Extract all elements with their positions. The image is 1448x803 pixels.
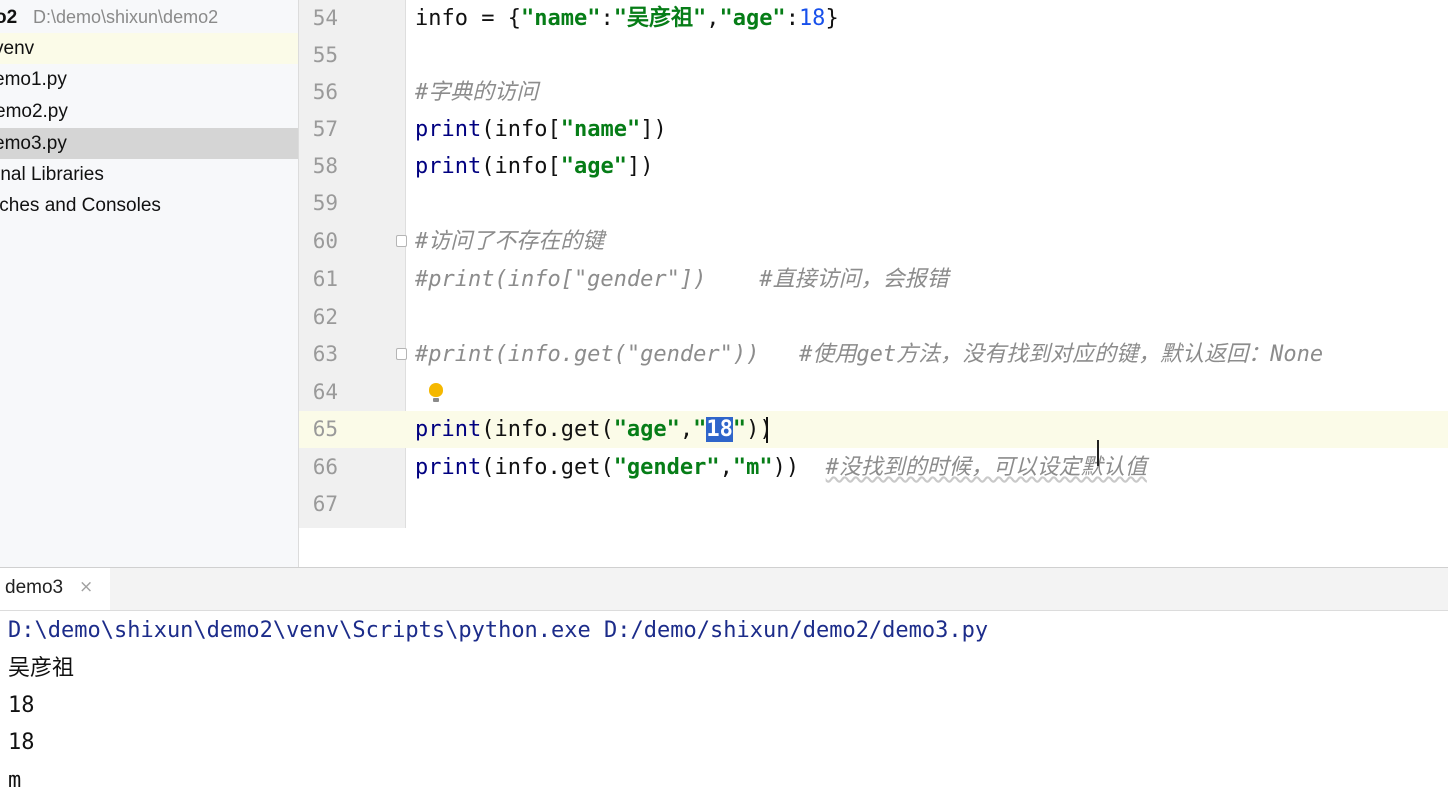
tree-item-label: emo1.py bbox=[0, 69, 67, 90]
tree-item-scratches[interactable]: tches and Consoles bbox=[0, 190, 298, 221]
tree-item-demo3[interactable]: emo3.py bbox=[0, 128, 298, 159]
line-number: 57 bbox=[312, 117, 338, 141]
code-line[interactable]: 67 bbox=[299, 486, 1448, 523]
line-number: 67 bbox=[312, 492, 338, 516]
code-editor[interactable]: 54 info = {"name":"吴彦祖","age":18} 55 56 … bbox=[299, 0, 1448, 528]
code-line[interactable]: 57 print(info["name"]) bbox=[299, 111, 1448, 148]
run-tab-demo3[interactable]: demo3 × bbox=[0, 568, 110, 610]
line-number: 54 bbox=[312, 6, 338, 30]
project-root-name: o2 bbox=[0, 7, 18, 28]
project-tree-panel: o2 D:\demo\shixun\demo2 venv emo1.py emo… bbox=[0, 0, 299, 567]
project-root-path: D:\demo\shixun\demo2 bbox=[33, 7, 219, 27]
code-comment[interactable]: #print(info.get("gender")) #使用get方法，没有找到… bbox=[415, 336, 1323, 373]
code-comment[interactable]: #字典的访问 bbox=[415, 74, 538, 111]
tree-item-label: tches and Consoles bbox=[0, 195, 161, 216]
code-comment[interactable]: #print(info["gender"]) #直接访问，会报错 bbox=[415, 261, 949, 298]
line-number: 63 bbox=[312, 342, 338, 366]
console-output-line: 吴彦祖 bbox=[8, 656, 75, 681]
line-number: 62 bbox=[312, 305, 338, 329]
code-line[interactable]: 59 bbox=[299, 185, 1448, 222]
code-text[interactable]: print(info.get("age","18")) bbox=[415, 411, 773, 448]
line-number: 56 bbox=[312, 80, 338, 104]
line-number: 58 bbox=[312, 154, 338, 178]
run-tab-bar: demo3 × bbox=[0, 568, 1448, 611]
code-line[interactable]: 54 info = {"name":"吴彦祖","age":18} bbox=[299, 0, 1448, 37]
console-output-line: 18 bbox=[8, 693, 35, 718]
console-output-line: m bbox=[8, 768, 22, 793]
code-text[interactable]: info = {"name":"吴彦祖","age":18} bbox=[415, 0, 839, 37]
code-text[interactable]: print(info["age"]) bbox=[415, 148, 653, 185]
line-number: 60 bbox=[312, 229, 338, 253]
tree-item-venv[interactable]: venv bbox=[0, 33, 298, 64]
close-icon[interactable]: × bbox=[79, 577, 93, 597]
line-number: 66 bbox=[312, 455, 338, 479]
tree-item-label: emo3.py bbox=[0, 133, 67, 154]
tree-item-demo2[interactable]: emo2.py bbox=[0, 96, 298, 127]
run-panel: demo3 × D:\demo\shixun\demo2\venv\Script… bbox=[0, 567, 1448, 803]
line-number: 59 bbox=[312, 191, 338, 215]
code-text[interactable]: print(info.get("gender","m")) #没找到的时候，可以… bbox=[415, 449, 1147, 486]
code-line[interactable]: 64 bbox=[299, 374, 1448, 411]
mouse-ibeam-cursor-icon bbox=[1096, 440, 1100, 466]
tree-item-external-libraries[interactable]: rnal Libraries bbox=[0, 159, 298, 190]
code-comment[interactable]: #访问了不存在的键 bbox=[415, 223, 604, 260]
code-text[interactable]: print(info["name"]) bbox=[415, 111, 667, 148]
tree-item-demo1[interactable]: emo1.py bbox=[0, 64, 298, 95]
code-line[interactable]: 63 #print(info.get("gender")) #使用get方法，没… bbox=[299, 336, 1448, 373]
code-line[interactable]: 56 #字典的访问 bbox=[299, 74, 1448, 111]
code-line[interactable]: 58 print(info["age"]) bbox=[299, 148, 1448, 185]
line-number: 64 bbox=[312, 380, 338, 404]
code-line[interactable]: 60 #访问了不存在的键 bbox=[299, 223, 1448, 260]
text-caret bbox=[766, 417, 768, 443]
code-line[interactable]: 66 print(info.get("gender","m")) #没找到的时候… bbox=[299, 449, 1448, 486]
fold-marker-icon[interactable] bbox=[396, 348, 407, 360]
code-line-current[interactable]: 65 print(info.get("age","18")) bbox=[299, 411, 1448, 448]
tree-item-label: venv bbox=[0, 38, 35, 59]
selected-text[interactable]: 18 bbox=[706, 417, 733, 442]
code-line[interactable]: 55 bbox=[299, 37, 1448, 74]
code-line[interactable]: 61 #print(info["gender"]) #直接访问，会报错 bbox=[299, 261, 1448, 298]
console-output-line: 18 bbox=[8, 730, 35, 755]
fold-marker-icon[interactable] bbox=[396, 235, 407, 247]
line-number: 65 bbox=[312, 417, 338, 441]
tree-item-label: emo2.py bbox=[0, 101, 68, 122]
tree-item-label: rnal Libraries bbox=[0, 164, 104, 185]
run-tab-label: demo3 bbox=[5, 577, 64, 598]
console-command-line: D:\demo\shixun\demo2\venv\Scripts\python… bbox=[8, 618, 989, 643]
lightbulb-icon[interactable] bbox=[429, 383, 443, 402]
tree-item-project-root[interactable]: o2 D:\demo\shixun\demo2 bbox=[0, 2, 298, 33]
line-number: 55 bbox=[312, 43, 338, 67]
line-number: 61 bbox=[312, 267, 338, 291]
code-line[interactable]: 62 bbox=[299, 299, 1448, 336]
